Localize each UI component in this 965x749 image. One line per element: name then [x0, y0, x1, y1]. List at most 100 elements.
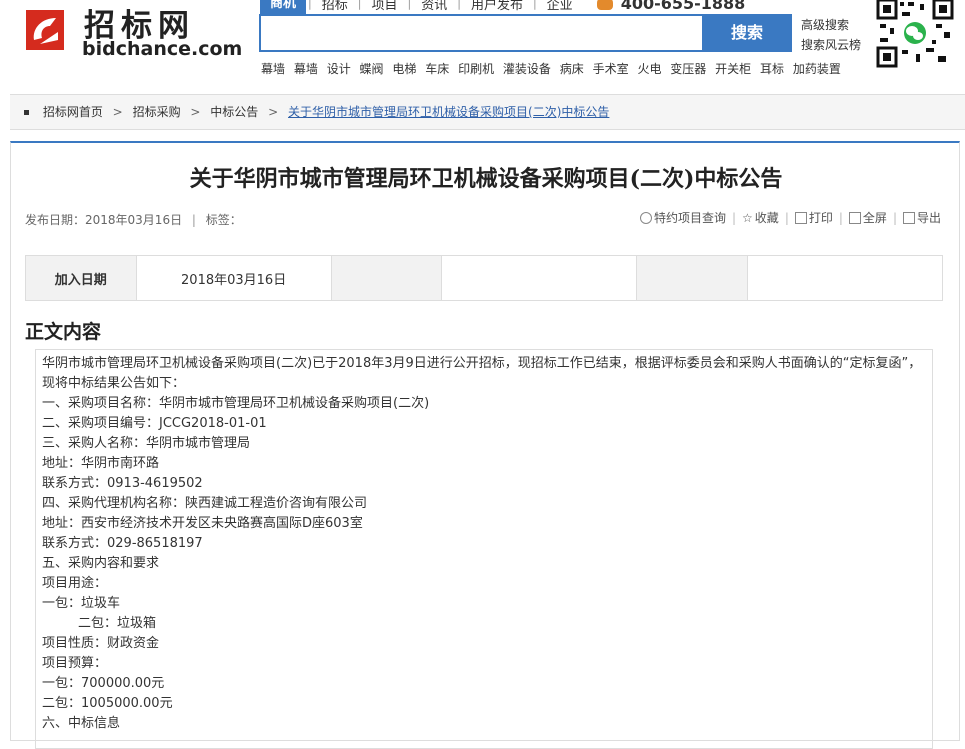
fullscreen-label: 全屏 [862, 211, 887, 225]
body-line: 华阴市城市管理局环卫机械设备采购项目(二次)已于2018年3月9日进行公开招标，… [42, 356, 922, 391]
article-body: 华阴市城市管理局环卫机械设备采购项目(二次)已于2018年3月9日进行公开招标，… [35, 349, 933, 749]
bullet-icon [24, 110, 29, 115]
join-date-label: 加入日期 [25, 255, 137, 301]
hotword-link[interactable]: 电梯 [392, 62, 416, 76]
hotword-link[interactable]: 加药装置 [793, 62, 841, 76]
body-line: 联系方式：029-86518197 [42, 536, 203, 551]
table-cell [746, 255, 944, 301]
tool-divider: | [892, 210, 897, 225]
search-links: 高级搜索 搜索风云榜 [801, 15, 861, 55]
breadcrumb-award-notice[interactable]: 中标公告 [210, 105, 258, 119]
hotword-link[interactable]: 车床 [425, 62, 449, 76]
body-line: 三、采购人名称：华阴市城市管理局 [42, 436, 251, 451]
article-panel: 关于华阴市城市管理局环卫机械设备采购项目(二次)中标公告 发布日期：2018年0… [10, 141, 960, 749]
hotword-link[interactable]: 幕墙 [261, 62, 285, 76]
tool-divider: | [784, 210, 789, 225]
body-line: 一包：700000.00元 [42, 676, 165, 691]
table-row: 加入日期 2018年03月16日 [25, 255, 944, 301]
hotword-link[interactable]: 印刷机 [458, 62, 494, 76]
logo-english-text: bidchance.com [82, 38, 243, 60]
breadcrumb: 招标网首页 > 招标采购 > 中标公告 > 关于华阴市城市管理局环卫机械设备采购… [10, 94, 965, 130]
tab-divider: | [308, 0, 312, 10]
search-ranking-link[interactable]: 搜索风云榜 [801, 35, 861, 55]
search-box [259, 14, 702, 52]
hotword-link[interactable]: 手术室 [593, 62, 629, 76]
body-line: 地址：西安市经济技术开发区未央路赛高国际D座603室 [42, 516, 363, 531]
search-tabs: 商机 | 招标 | 项目 | 资讯 | 用户发布 | 企业 400-655-18… [260, 0, 820, 14]
special-query-tool[interactable]: 特约项目查询 [639, 209, 726, 226]
advanced-search-link[interactable]: 高级搜索 [801, 15, 861, 35]
site-header: 招标网 bidchance.com 商机 | 招标 | 项目 | 资讯 | 用户… [0, 0, 965, 92]
tags-label: 标签： [205, 213, 242, 227]
hotword-link[interactable]: 开关柜 [715, 62, 751, 76]
site-logo[interactable]: 招标网 bidchance.com [20, 6, 242, 60]
logo-mark-icon [26, 10, 64, 50]
body-line: 项目性质：财政资金 [42, 636, 160, 651]
page-title: 关于华阴市城市管理局环卫机械设备采购项目(二次)中标公告 [189, 166, 783, 192]
chevron-right-icon: > [190, 105, 201, 119]
print-label: 打印 [808, 211, 833, 225]
fullscreen-icon [848, 211, 861, 224]
favorite-tool[interactable]: ☆ 收藏 [742, 209, 779, 226]
chevron-right-icon: > [112, 105, 123, 119]
table-cell [330, 255, 443, 301]
tab-divider: | [357, 0, 362, 10]
tab-divider: | [457, 0, 461, 10]
table-cell [636, 255, 748, 301]
export-icon [902, 211, 915, 224]
hotword-link[interactable]: 蝶阀 [360, 62, 384, 76]
qr-code-icon [876, 0, 954, 68]
tab-xiangmu[interactable]: 项目 [363, 0, 405, 13]
body-line: 二、采购项目编号：JCCG2018-01-01 [42, 416, 267, 431]
body-line: 二包：1005000.00元 [42, 696, 173, 711]
body-line: 五、采购内容和要求 [42, 556, 160, 571]
search-icon [639, 211, 652, 224]
tab-zhaobiao[interactable]: 招标 [314, 0, 356, 13]
tab-user-publish[interactable]: 用户发布 [463, 0, 531, 13]
hotword-link[interactable]: 灌装设备 [503, 62, 551, 76]
search-input[interactable] [261, 16, 702, 50]
publish-date: 发布日期：2018年03月16日 [25, 213, 183, 227]
chevron-right-icon: > [268, 105, 279, 119]
hot-keywords: 幕墙 幕墙 设计 蝶阀 电梯 车床 印刷机 灌装设备 病床 手术室 火电 变压器… [261, 60, 846, 77]
export-label: 导出 [916, 211, 941, 225]
hotline-number: 400-655-1888 [620, 0, 746, 13]
breadcrumb-home[interactable]: 招标网首页 [43, 105, 103, 119]
phone-icon [596, 0, 613, 10]
join-date-value: 2018年03月16日 [135, 255, 332, 301]
tool-divider: | [731, 210, 737, 225]
tab-divider: | [532, 0, 537, 10]
fullscreen-tool[interactable]: 全屏 [848, 209, 887, 226]
hotword-link[interactable]: 幕墙 [294, 62, 318, 76]
tool-divider: | [838, 210, 843, 225]
search-button[interactable]: 搜索 [702, 14, 792, 52]
article-toolbar: 特约项目查询 | ☆ 收藏 | 打印 | 全屏 | 导出 [639, 209, 941, 226]
body-line: 一、采购项目名称：华阴市城市管理局环卫机械设备采购项目(二次) [42, 396, 430, 411]
export-tool[interactable]: 导出 [902, 209, 941, 226]
breadcrumb-current[interactable]: 关于华阴市城市管理局环卫机械设备采购项目(二次)中标公告 [288, 105, 609, 119]
tab-company[interactable]: 企业 [539, 0, 581, 13]
body-line: 一包：垃圾车 [42, 596, 121, 611]
body-line: 六、中标信息 [42, 716, 121, 731]
hotword-link[interactable]: 病床 [560, 62, 584, 76]
body-line: 联系方式：0913-4619502 [42, 476, 203, 491]
meta-divider: | [191, 213, 196, 227]
hotword-link[interactable]: 变压器 [670, 62, 706, 76]
table-cell [441, 255, 638, 301]
section-title: 正文内容 [25, 321, 102, 343]
tab-zixun[interactable]: 资讯 [413, 0, 455, 13]
info-table: 加入日期 2018年03月16日 [25, 255, 944, 301]
body-line: 地址：华阴市南环路 [42, 456, 160, 471]
printer-icon [794, 211, 807, 224]
body-line: 四、采购代理机构名称：陕西建诚工程造价咨询有限公司 [42, 496, 368, 511]
special-query-label: 特约项目查询 [653, 211, 726, 225]
hotword-link[interactable]: 火电 [637, 62, 661, 76]
hotword-link[interactable]: 耳标 [760, 62, 784, 76]
print-tool[interactable]: 打印 [794, 209, 833, 226]
body-line: 项目预算： [42, 656, 108, 671]
body-line: 二包：垃圾箱 [78, 616, 157, 631]
star-icon: ☆ [742, 210, 753, 225]
breadcrumb-procurement[interactable]: 招标采购 [133, 105, 181, 119]
hotword-link[interactable]: 设计 [327, 62, 351, 76]
tab-shangji[interactable]: 商机 [260, 0, 307, 14]
